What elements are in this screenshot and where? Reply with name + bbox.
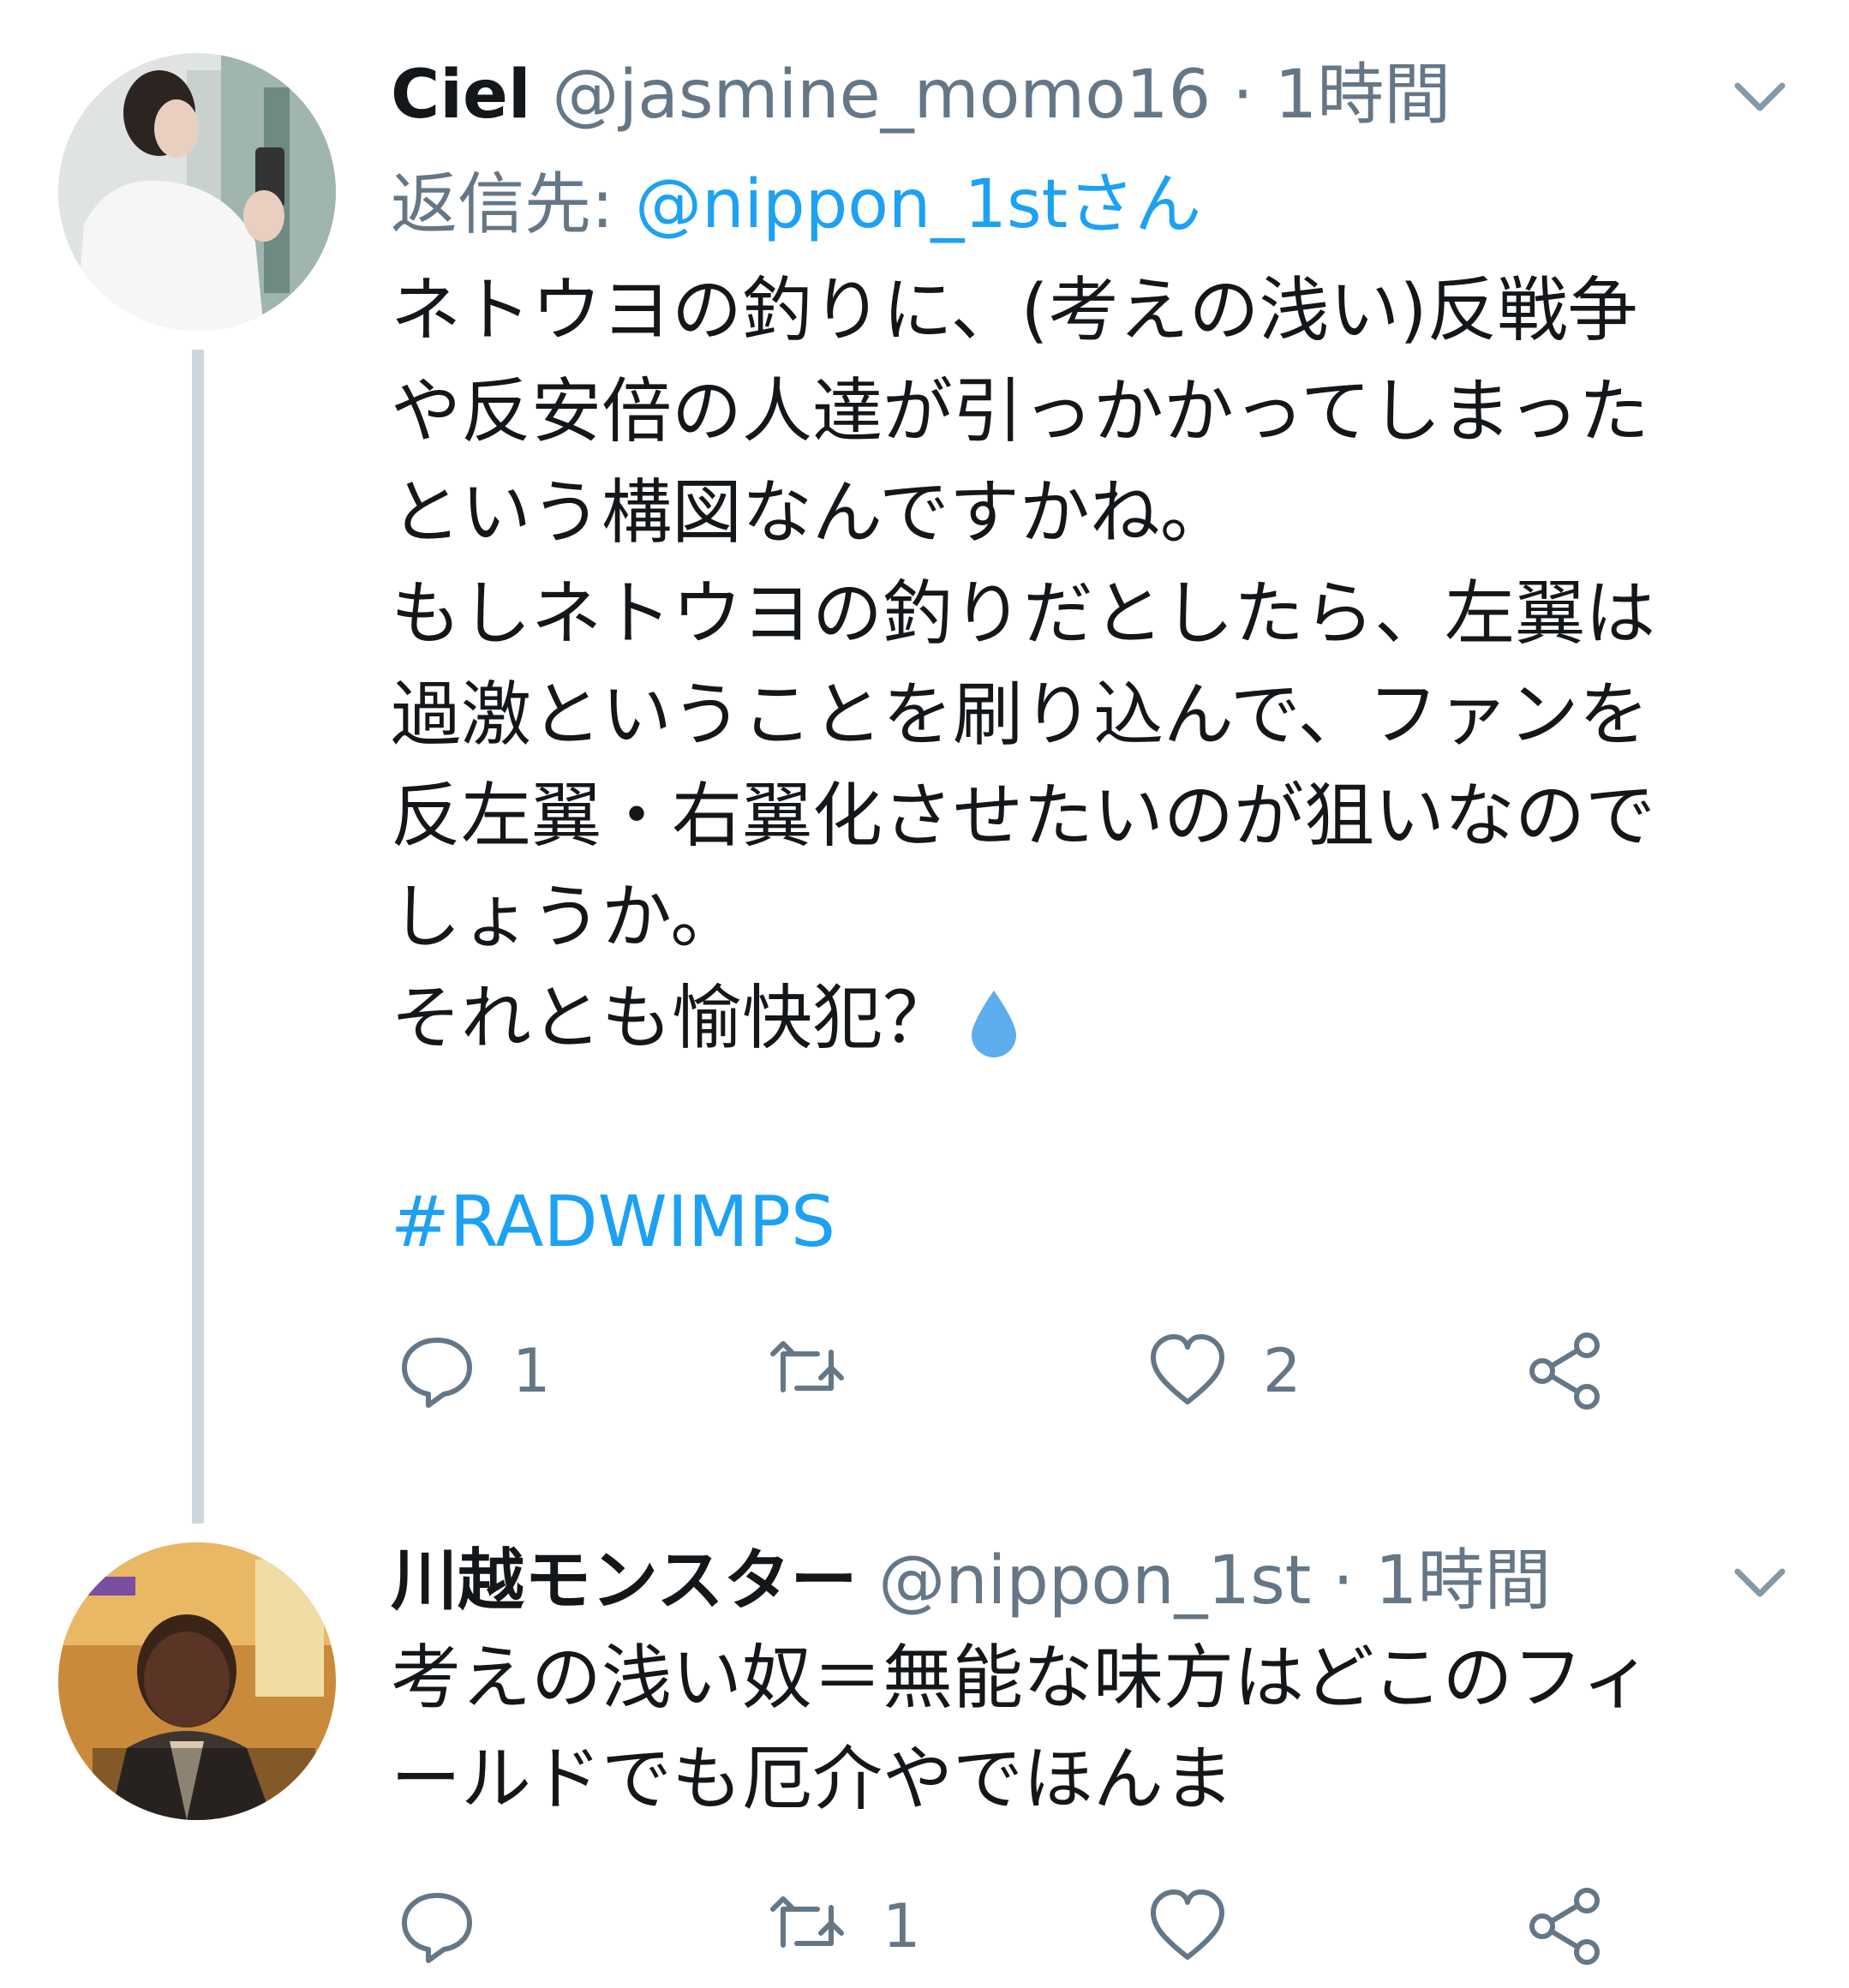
like-button[interactable] (1146, 1885, 1263, 1967)
chevron-down-icon (1734, 82, 1786, 111)
tweet-text-line: 反左翼・右翼化させたいのが狙いなので (391, 775, 1656, 857)
share-icon (1529, 1332, 1600, 1410)
chevron-down-icon (1734, 1568, 1786, 1597)
tweet-text: 考えの浅い奴＝無能な味方はどこのフィ ールドでも厄介やでほんま (391, 1628, 1652, 1830)
avatar-image (58, 53, 336, 331)
reply-button[interactable]: 1 (396, 1330, 551, 1412)
tweet-text-line-last: それとも愉快犯？ (391, 968, 1655, 1069)
retweet-button[interactable] (766, 1330, 883, 1412)
avatar[interactable] (58, 53, 336, 331)
tweet-text-line: 考えの浅い奴＝無能な味方はどこのフィ (391, 1638, 1652, 1719)
separator-dot: · (1232, 57, 1254, 134)
avatar[interactable] (58, 1542, 336, 1820)
heart-icon (1151, 1334, 1224, 1404)
droplet-icon (972, 990, 1017, 1057)
thread-connector-line (192, 350, 204, 1524)
tweet-text-line: しょうか。 (391, 877, 741, 958)
tweet-menu-button[interactable] (1726, 72, 1794, 123)
tweet-text-line: ールドでも厄介やでほんま (391, 1739, 1235, 1820)
username[interactable]: @nippon_1st (878, 1542, 1311, 1620)
reply-count: 1 (512, 1336, 551, 1406)
like-button[interactable]: 2 (1146, 1330, 1301, 1412)
heart-icon (1151, 1889, 1224, 1960)
retweet-count: 1 (883, 1891, 921, 1961)
hashtag-link[interactable]: #RADWIMPS (391, 1188, 835, 1258)
avatar-image (58, 1542, 336, 1820)
reply-icon (402, 1338, 472, 1408)
tweet-header: Ciel @jasmine_momo16 · 1時間 (391, 62, 1451, 129)
tweet-header: 川越モンスター @nippon_1st · 1時間 (391, 1548, 1551, 1614)
share-icon (1529, 1888, 1600, 1965)
share-button[interactable] (1525, 1885, 1607, 1967)
username[interactable]: @jasmine_momo16 (552, 57, 1211, 134)
tweet-text-line: もしネトウヨの釣りだとしたら、左翼は (391, 573, 1656, 655)
tweet-text-line: 過激ということを刷り込んで、ファンを (391, 674, 1649, 756)
retweet-icon (770, 1341, 844, 1392)
reply-to-label: 返信先: (391, 166, 614, 243)
retweet-button[interactable]: 1 (766, 1885, 921, 1967)
tweet-text-line: ネトウヨの釣りに、(考えの浅い)反戦争 (391, 270, 1638, 351)
tweet-text-line: という構図なんですかね。 (391, 472, 1230, 554)
timestamp[interactable]: 1時間 (1275, 57, 1451, 134)
tweet-text: ネトウヨの釣りに、(考えの浅い)反戦争 や反安倍の人達が引っかかってしまった と… (391, 260, 1655, 1069)
display-name[interactable]: Ciel (391, 57, 531, 134)
share-button[interactable] (1525, 1330, 1607, 1412)
tweet-text-line: や反安倍の人達が引っかかってしまった (391, 371, 1649, 452)
reply-to-line: 返信先: @nippon_1stさん (391, 171, 1201, 238)
timestamp[interactable]: 1時間 (1375, 1542, 1552, 1620)
display-name[interactable]: 川越モンスター (391, 1542, 857, 1620)
tweet-text-segment: それとも愉快犯？ (391, 978, 954, 1059)
retweet-icon (770, 1896, 844, 1948)
reply-icon (402, 1893, 472, 1963)
like-count: 2 (1263, 1336, 1301, 1406)
reply-to-mention[interactable]: @nippon_1stさん (635, 166, 1201, 243)
tweet-menu-button[interactable] (1726, 1558, 1794, 1609)
reply-button[interactable] (396, 1885, 512, 1967)
separator-dot: · (1332, 1542, 1354, 1620)
